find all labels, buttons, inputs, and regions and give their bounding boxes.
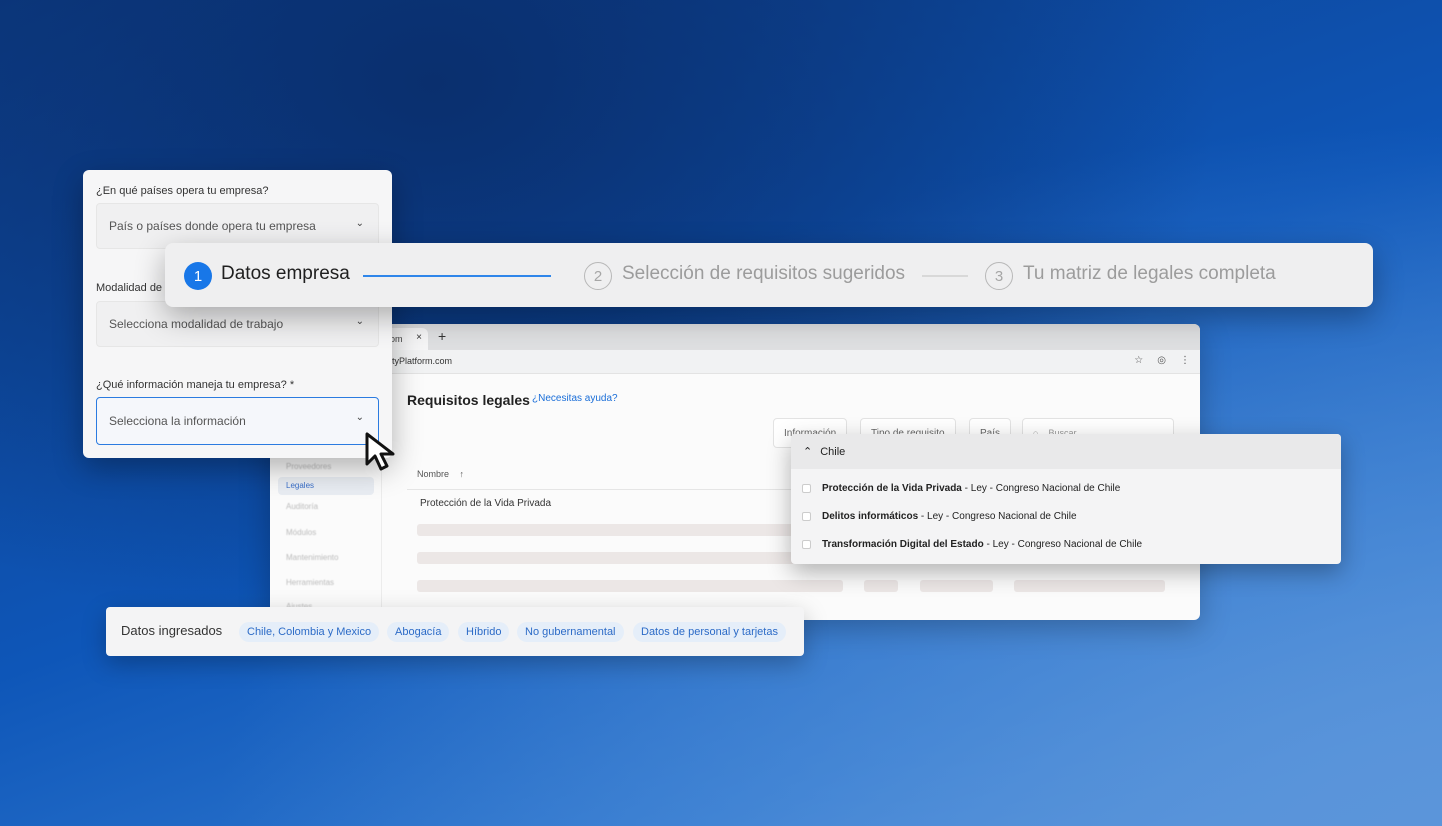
chip-industry[interactable]: Abogacía — [387, 622, 450, 642]
url-text: urityPlatform.com — [382, 356, 453, 366]
requirements-dropdown: ⌃ Chile Protección de la Vida Privada - … — [791, 434, 1341, 564]
step-2-number: 2 — [584, 262, 612, 290]
chip-countries[interactable]: Chile, Colombia y Mexico — [239, 622, 380, 642]
placeholder-row — [417, 524, 797, 536]
placeholder-cell — [1014, 580, 1165, 592]
information-select[interactable]: Selecciona la información ⌄ — [96, 397, 379, 445]
sidebar-item-auditoria[interactable]: Auditoría — [278, 498, 374, 516]
help-link[interactable]: ¿Necesitas ayuda? — [532, 393, 618, 404]
modality-label: Modalidad de — [96, 282, 163, 294]
step-3-number: 3 — [985, 262, 1013, 290]
chevron-up-icon[interactable]: ⌃ — [803, 445, 812, 458]
step-2-label[interactable]: Selección de requisitos sugeridos — [622, 263, 905, 285]
checkbox[interactable] — [802, 512, 811, 521]
placeholder-row — [417, 552, 797, 564]
entered-data-bar: Datos ingresados Chile, Colombia y Mexic… — [106, 607, 804, 656]
checkbox[interactable] — [802, 540, 811, 549]
mouse-cursor-icon — [365, 432, 395, 471]
placeholder-row — [417, 580, 843, 592]
information-label: ¿Qué información maneja tu empresa? * — [96, 379, 295, 391]
dropdown-option[interactable]: Protección de la Vida Privada - Ley - Co… — [802, 483, 1120, 494]
sort-arrow-icon[interactable]: ↑ — [460, 469, 465, 479]
sidebar-item-herramientas[interactable]: Herramientas — [278, 574, 374, 592]
page-title: Requisitos legales — [407, 392, 530, 408]
step-connector-active — [363, 275, 551, 277]
chevron-down-icon: ⌄ — [355, 316, 364, 327]
placeholder-cell — [920, 580, 993, 592]
dropdown-group-header[interactable]: ⌃ Chile — [791, 434, 1341, 469]
chip-sector[interactable]: No gubernamental — [517, 622, 624, 642]
checkbox[interactable] — [802, 484, 811, 493]
step-1-label[interactable]: Datos empresa — [221, 263, 350, 285]
chevron-down-icon: ⌄ — [355, 218, 364, 229]
entered-data-label: Datos ingresados — [121, 623, 223, 638]
chevron-down-icon: ⌄ — [355, 412, 364, 423]
new-tab-icon[interactable]: + — [438, 328, 446, 344]
sidebar-item-proveedores[interactable]: Proveedores — [278, 458, 374, 476]
column-header-nombre[interactable]: Nombre ↑ — [417, 469, 464, 479]
chip-information[interactable]: Datos de personal y tarjetas — [633, 622, 786, 642]
dropdown-option[interactable]: Transformación Digital del Estado - Ley … — [802, 539, 1142, 550]
modality-select[interactable]: Selecciona modalidad de trabajo ⌄ — [96, 301, 379, 347]
step-3-label[interactable]: Tu matriz de legales completa — [1023, 263, 1276, 285]
address-bar[interactable]: urityPlatform.com ☆ ◎ ⋮ — [270, 350, 1200, 374]
star-icon[interactable]: ☆ — [1134, 355, 1143, 366]
close-tab-icon[interactable]: × — [416, 332, 422, 343]
chip-modality[interactable]: Híbrido — [458, 622, 510, 642]
menu-dots-icon[interactable]: ⋮ — [1180, 355, 1190, 366]
step-connector — [922, 275, 968, 277]
company-form-card: ¿En qué países opera tu empresa? País o … — [83, 170, 392, 458]
placeholder-cell — [864, 580, 898, 592]
profile-icon[interactable]: ◎ — [1157, 355, 1166, 366]
progress-stepper: 1 Datos empresa 2 Selección de requisito… — [165, 243, 1373, 307]
sidebar-item-legales[interactable]: Legales — [278, 477, 374, 495]
group-label: Chile — [820, 445, 846, 458]
browser-tab-bar: om × + — [270, 324, 1200, 350]
sidebar-item-mantenimiento[interactable]: Mantenimiento — [278, 549, 374, 567]
countries-label: ¿En qué países opera tu empresa? — [96, 185, 269, 197]
step-1-number: 1 — [184, 262, 212, 290]
table-row[interactable]: Protección de la Vida Privada — [420, 498, 551, 509]
sidebar-item-modulos[interactable]: Módulos — [278, 524, 374, 542]
dropdown-option[interactable]: Delitos informáticos - Ley - Congreso Na… — [802, 511, 1077, 522]
